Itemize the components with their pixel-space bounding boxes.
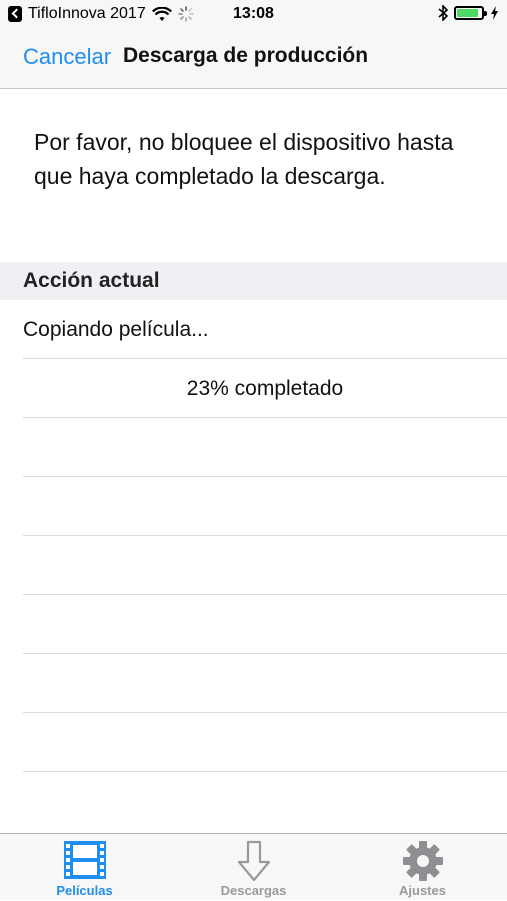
tab-ajustes[interactable]: Ajustes [338,834,507,901]
empty-row [23,654,507,713]
empty-row [23,595,507,654]
tab-label: Ajustes [399,883,446,898]
gear-icon [402,841,443,881]
battery-fill [457,9,479,17]
tab-label: Descargas [220,883,287,898]
status-time: 13:08 [233,5,274,22]
empty-row [23,536,507,595]
download-arrow-icon [237,840,270,882]
tab-bar: Películas Descargas Ajustes [0,833,507,900]
empty-row [23,713,507,772]
bluetooth-icon [438,5,448,21]
current-action-row: Copiando película... [23,300,507,359]
section-header: Acción actual [0,262,507,300]
tab-label: Películas [56,883,113,898]
page-title: Descarga de producción [123,44,369,67]
progress-status: 23% completado [23,359,507,418]
navigation-bar: Cancelar Descarga de producción [0,30,507,89]
section-header-label: Acción actual [23,269,160,292]
lock-warning-message: Por favor, no bloquee el dispositivo has… [34,129,454,189]
empty-row [23,477,507,536]
tab-descargas[interactable]: Descargas [169,834,338,901]
cancel-button[interactable]: Cancelar [23,44,111,70]
charging-bolt-icon [491,6,498,20]
film-icon [63,841,106,879]
tab-peliculas[interactable]: Películas [0,834,169,901]
empty-row [23,418,507,477]
status-right [438,5,499,21]
status-bar: TifloInnova 2017 13:08 [0,0,507,30]
battery-icon [454,6,487,20]
